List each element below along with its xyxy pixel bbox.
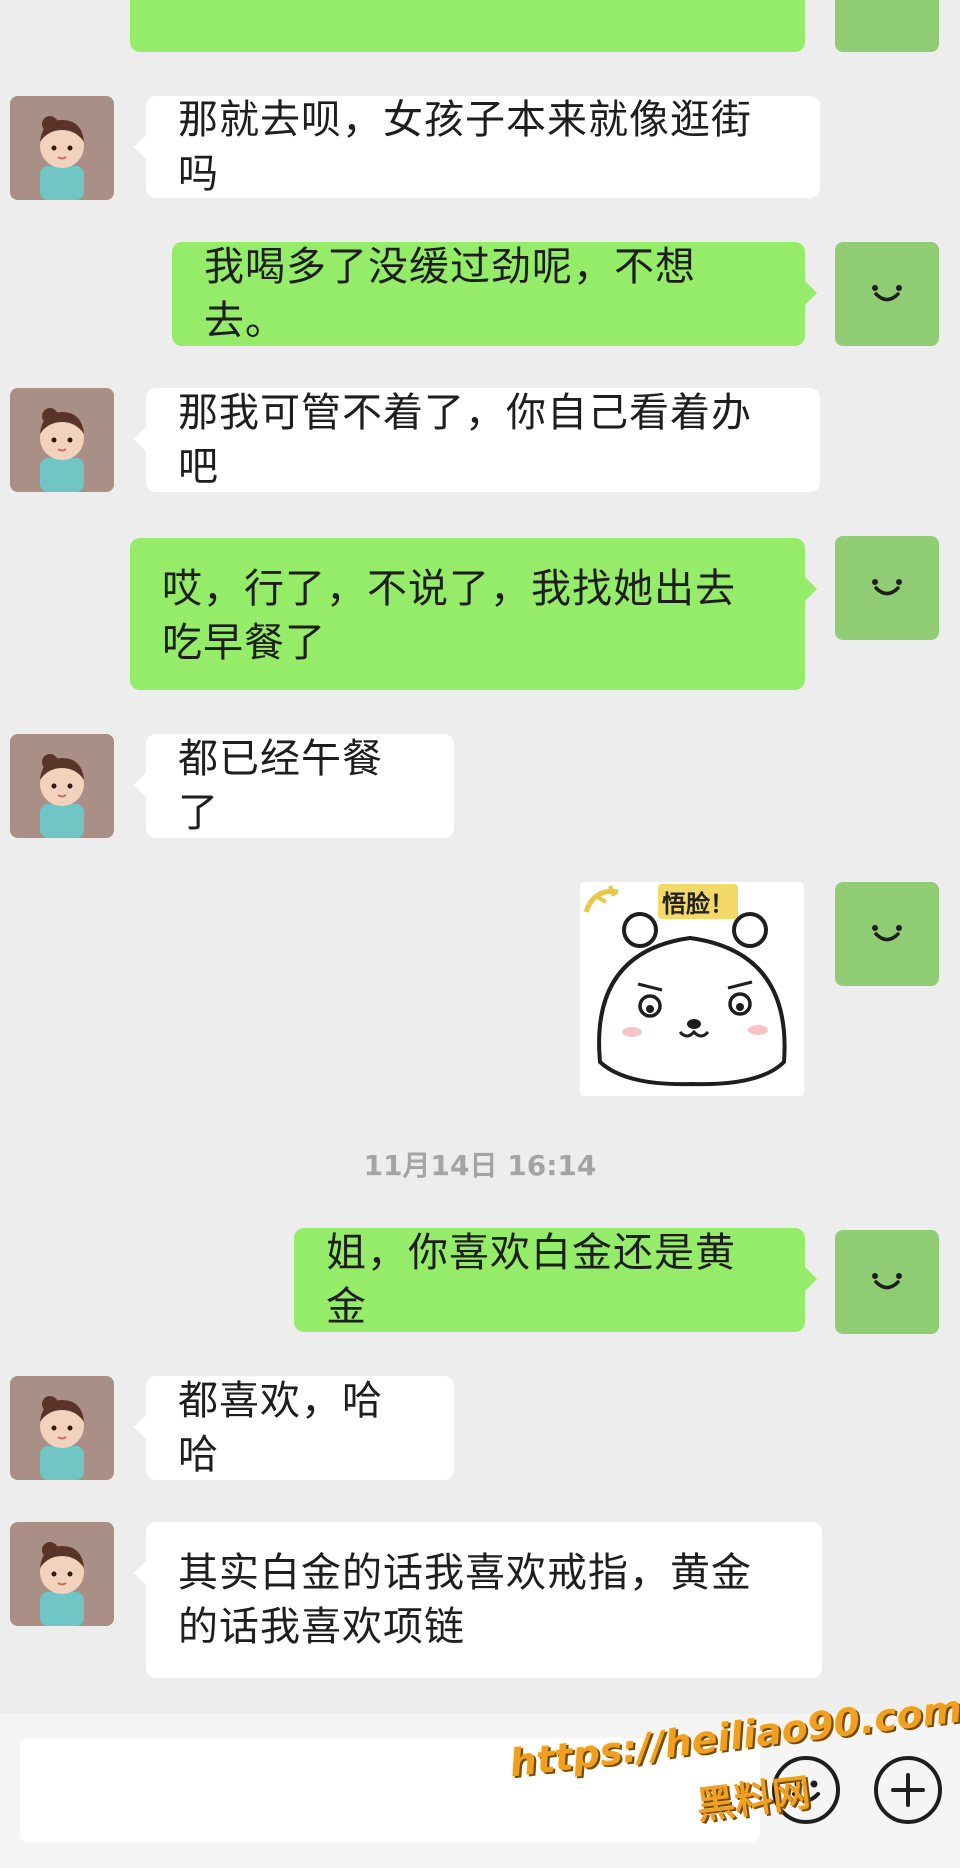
contact-avatar[interactable] [10, 734, 114, 838]
girl-avatar-icon [10, 388, 114, 492]
contact-avatar[interactable] [10, 388, 114, 492]
more-button[interactable] [874, 1756, 942, 1824]
message-text: 那我可管不着了，你自己看着办吧 [178, 390, 752, 490]
smile-face-icon [872, 579, 902, 596]
incoming-message[interactable]: 都喜欢，哈哈 [134, 1376, 454, 1480]
smile-face-icon [872, 1273, 902, 1290]
girl-avatar-icon [10, 734, 114, 838]
girl-avatar-icon [10, 1522, 114, 1626]
incoming-message[interactable]: 其实白金的话我喜欢戒指，黄金的话我喜欢项链 [134, 1522, 822, 1678]
message-text: 都已经午餐了 [178, 736, 383, 836]
outgoing-message[interactable]: 哎，行了，不说了，我找她出去吃早餐了 [130, 538, 817, 690]
message-text: 哎，行了，不说了，我找她出去吃早餐了 [162, 566, 736, 666]
outgoing-message[interactable]: 我喝多了没缓过劲呢，不想去。 [172, 242, 817, 346]
message-text: 姐，你喜欢白金还是黄金 [326, 1230, 736, 1330]
sticker-message[interactable]: 悟脸！ [580, 882, 804, 1096]
incoming-message[interactable]: 都已经午餐了 [134, 734, 454, 838]
my-avatar[interactable] [835, 882, 939, 986]
chat-timestamp: 11月14日 16:14 [363, 1149, 597, 1182]
message-text: 我喝多了没缓过劲呢，不想去。 [204, 244, 696, 344]
contact-avatar[interactable] [10, 96, 114, 200]
girl-avatar-icon [10, 96, 114, 200]
message-text: 那就去呗，女孩子本来就像逛街吗 [178, 97, 752, 197]
my-avatar[interactable] [835, 536, 939, 640]
my-avatar[interactable] [835, 1230, 939, 1334]
my-avatar[interactable] [835, 0, 939, 52]
outgoing-message[interactable]: 姐，你喜欢白金还是黄金 [294, 1228, 817, 1332]
my-avatar[interactable] [835, 242, 939, 346]
contact-avatar[interactable] [10, 1522, 114, 1626]
message-text: 其实白金的话我喜欢戒指，黄金的话我喜欢项链 [178, 1550, 752, 1650]
girl-avatar-icon [10, 1376, 114, 1480]
sticker-caption: 悟脸！ [658, 884, 738, 919]
smile-face-icon [872, 285, 902, 302]
incoming-message[interactable]: 那就去呗，女孩子本来就像逛街吗 [134, 96, 820, 198]
contact-avatar[interactable] [10, 1376, 114, 1480]
incoming-message[interactable]: 那我可管不着了，你自己看着办吧 [134, 388, 820, 492]
message-text: 都喜欢，哈哈 [178, 1378, 383, 1478]
partial-message-bubble[interactable] [130, 0, 805, 52]
plus-icon [891, 1773, 925, 1807]
smile-face-icon [872, 925, 902, 942]
